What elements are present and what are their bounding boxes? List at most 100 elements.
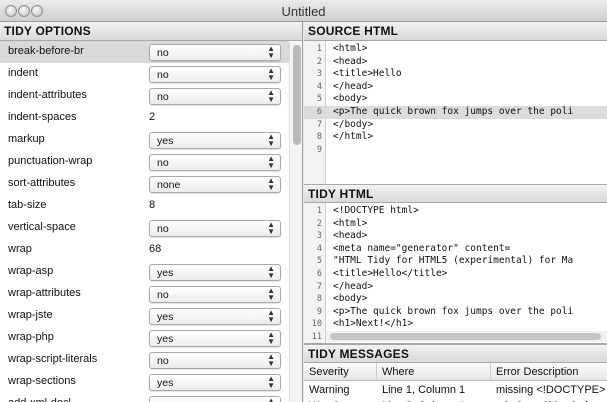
option-name: markup — [8, 133, 45, 145]
option-row[interactable]: vertical-space no ▲ ▼ — [0, 217, 289, 239]
option-row[interactable]: punctuation-wrap no ▲ ▼ — [0, 151, 289, 173]
option-select[interactable]: no▲▼ — [149, 44, 281, 61]
option-select[interactable]: no▲▼ — [149, 396, 281, 402]
option-name: wrap-php — [8, 331, 54, 343]
option-row[interactable]: wrap-script-literals no ▲ ▼ — [0, 349, 289, 371]
code-text: </head> — [333, 280, 374, 292]
app-window: Untitled TIDY OPTIONS break-before-br no ▲… — [0, 0, 607, 402]
option-value-field[interactable]: 2 — [149, 111, 155, 123]
option-name: indent — [8, 67, 38, 79]
option-select[interactable]: yes ▲ ▼ — [149, 330, 281, 347]
updown-arrows-icon: ▲▼ — [267, 88, 275, 104]
code-line: 2 <html> — [304, 218, 607, 231]
line-number: 6 — [316, 269, 322, 279]
code-text: <meta name="generator" content= — [333, 242, 511, 254]
code-text: <p>The quick brown fox jumps over the po… — [333, 106, 574, 117]
code-text: <h1>Next!</h1> — [333, 318, 414, 330]
option-value-field[interactable]: 68 — [149, 243, 161, 255]
code-line: 4 </head> — [304, 81, 607, 94]
option-row[interactable]: markup yes ▲ ▼ — [0, 129, 289, 151]
option-name: indent-attributes — [8, 89, 87, 101]
tidy-options-header: TIDY OPTIONS — [0, 22, 302, 41]
option-select[interactable]: no▲▼ — [149, 88, 281, 105]
option-row[interactable]: tab-size 8 — [0, 195, 289, 217]
line-number: 7 — [316, 119, 322, 130]
code-line: 6 <p>The quick brown fox jumps over the p… — [304, 106, 607, 119]
option-select-value: no — [157, 223, 169, 235]
code-text: <body> — [333, 93, 368, 105]
option-name: add-xml-decl — [8, 397, 71, 402]
line-number: 4 — [316, 243, 322, 254]
line-number: 9 — [316, 306, 322, 317]
option-select[interactable]: no▲▼ — [149, 66, 281, 83]
code-line: 5 <body> — [304, 93, 607, 106]
tidy-options-pane: TIDY OPTIONS break-before-br no ▲ ▼ indent no… — [0, 22, 303, 402]
option-row[interactable]: wrap-jste yes ▲ ▼ — [0, 305, 289, 327]
updown-arrows-icon: ▲▼ — [267, 264, 275, 280]
column-error-description[interactable]: Error Description — [496, 366, 579, 378]
option-select[interactable]: yes ▲ ▼ — [149, 132, 281, 149]
option-name: wrap-jste — [8, 309, 53, 321]
option-select[interactable]: yes ▲ ▼ — [149, 264, 281, 281]
tidy-html-editor[interactable]: 1 <!DOCTYPE html> 2 <html> 3 <head> 4 <meta nam… — [304, 203, 607, 344]
message-severity: Warning — [309, 384, 350, 396]
option-select[interactable]: no▲▼ — [149, 352, 281, 369]
right-pane: SOURCE HTML 1 <html> 2 <head> 3 <title>Hello 4… — [304, 22, 607, 402]
updown-arrows-icon: ▲▼ — [267, 154, 275, 170]
updown-arrows-icon: ▲▼ — [267, 66, 275, 82]
column-severity[interactable]: Severity — [309, 366, 349, 378]
option-name: punctuation-wrap — [8, 155, 93, 167]
option-value-field[interactable]: 8 — [149, 199, 155, 211]
code-line: 5 "HTML Tidy for HTML5 (experimental) for… — [304, 255, 607, 268]
option-row[interactable]: indent no ▲ ▼ — [0, 63, 289, 85]
option-row[interactable]: sort-attributes none ▲ ▼ — [0, 173, 289, 195]
option-select[interactable]: no ▲▼ — [149, 286, 281, 303]
updown-arrows-icon: ▲▼ — [267, 330, 275, 346]
option-select[interactable]: none ▲ ▼ — [149, 176, 281, 193]
option-select-value: no — [157, 355, 169, 367]
line-number: 5 — [316, 256, 322, 267]
option-row[interactable]: wrap-sections yes ▲ ▼ — [0, 371, 289, 393]
option-row[interactable]: wrap 68 — [0, 239, 289, 261]
line-number: 8 — [316, 132, 322, 143]
column-separator — [490, 363, 491, 381]
code-text: <body> — [333, 293, 368, 305]
code-line: 9 — [304, 144, 607, 157]
line-number: 3 — [316, 69, 322, 80]
code-line: 9 <p>The quick brown fox jumps over the p… — [304, 306, 607, 319]
message-where: Line 1, Column 1 — [382, 384, 466, 396]
option-select-value: yes — [157, 267, 174, 279]
line-number: 8 — [316, 294, 322, 305]
option-row[interactable]: indent-attributes no ▲ ▼ — [0, 85, 289, 107]
source-html-editor[interactable]: 1 <html> 2 <head> 3 <title>Hello 4 </head> 5 <bod… — [304, 41, 607, 185]
code-text: <!DOCTYPE html> — [333, 205, 419, 216]
option-row[interactable]: wrap-attributes no ▲ ▼ — [0, 283, 289, 305]
option-select-value: no — [157, 289, 169, 301]
option-row[interactable]: wrap-php yes ▲ ▼ — [0, 327, 289, 349]
option-row[interactable]: break-before-br no ▲ ▼ — [0, 41, 289, 63]
code-line: 2 <head> — [304, 56, 607, 69]
option-name: wrap-attributes — [8, 287, 81, 299]
line-number: 6 — [316, 107, 322, 117]
message-row[interactable]: Warning Line 1, Column 1 missing <!DOCTYPE… — [304, 382, 607, 398]
code-text: <html> — [333, 217, 368, 229]
updown-arrows-icon: ▲▼ — [267, 308, 275, 324]
tidy-messages-table: Severity Where Error Description Warning… — [304, 363, 607, 402]
column-where[interactable]: Where — [382, 366, 414, 378]
updown-arrows-icon: ▲▼ — [267, 286, 275, 302]
option-select[interactable]: no▲▼ — [149, 220, 281, 237]
option-row[interactable]: indent-spaces 2 — [0, 107, 289, 129]
option-row[interactable]: wrap-asp yes ▲ ▼ — [0, 261, 289, 283]
option-name: wrap-asp — [8, 265, 54, 277]
options-scrollbar[interactable] — [289, 42, 302, 402]
updown-arrows-icon: ▲▼ — [267, 374, 275, 390]
options-scrollbar-thumb[interactable] — [293, 45, 301, 145]
option-select[interactable]: no▲▼ — [149, 154, 281, 171]
option-row[interactable]: add-xml-decl no▲▼ — [0, 393, 289, 402]
code-line: 10 <h1>Next!</h1> — [304, 318, 607, 331]
line-number: 4 — [316, 81, 322, 92]
option-select[interactable]: yes ▲ ▼ — [149, 308, 281, 325]
message-row[interactable]: WarningLine 3, Column 1missing </title> … — [304, 398, 607, 402]
code-text: </head> — [333, 80, 374, 92]
option-select[interactable]: yes ▲ ▼ — [149, 374, 281, 391]
